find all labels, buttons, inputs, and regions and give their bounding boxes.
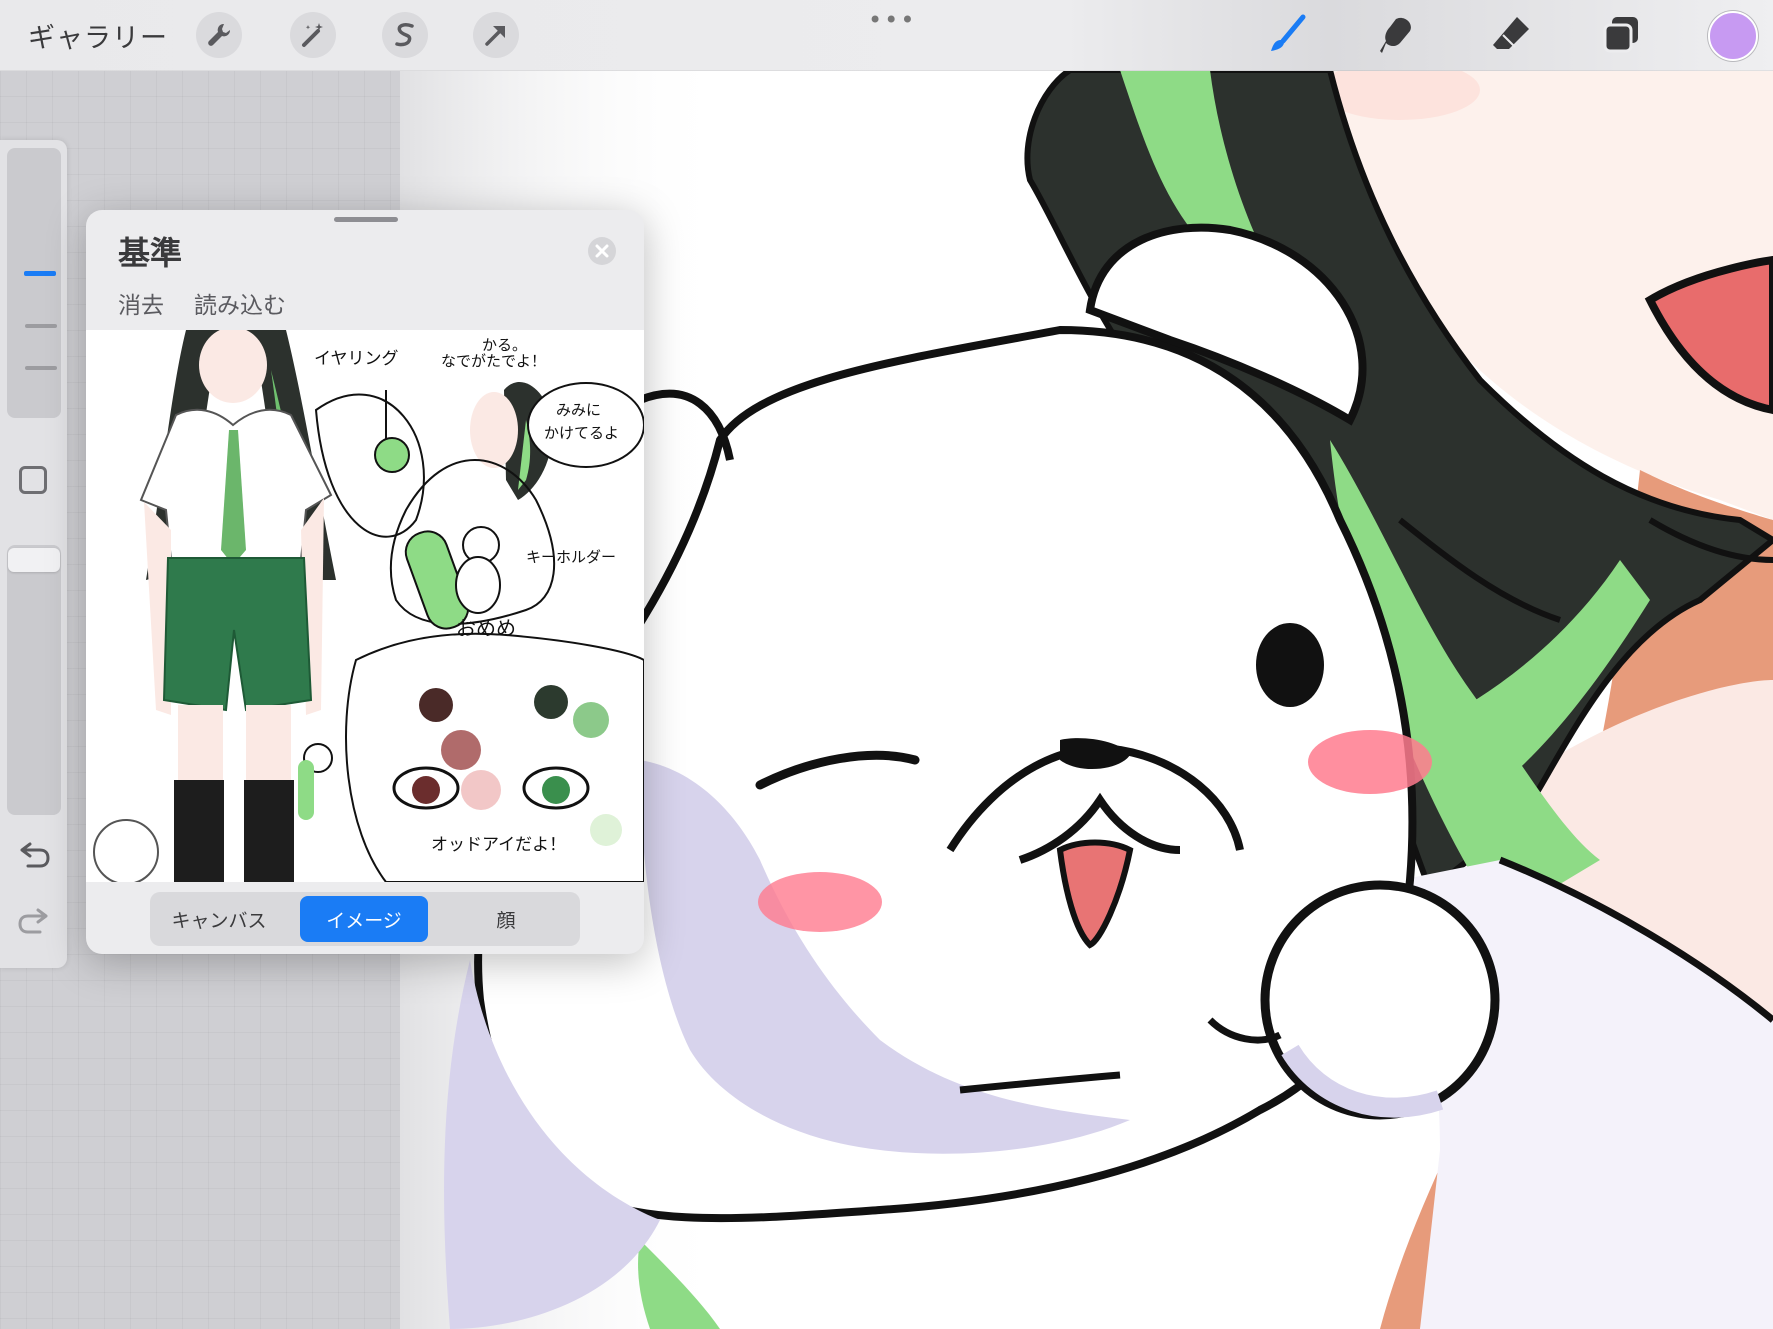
square-icon[interactable] xyxy=(19,466,47,494)
eraser-tool-button[interactable] xyxy=(1486,10,1536,60)
smudge-tool-button[interactable] xyxy=(1373,10,1423,60)
arrow-cursor-icon xyxy=(485,26,505,46)
transform-button[interactable] xyxy=(473,12,519,58)
tab-image[interactable]: イメージ xyxy=(300,896,428,942)
more-options-button[interactable]: ••• xyxy=(868,6,916,34)
eye-title-label: おめめ xyxy=(456,616,516,640)
brush-size-slider[interactable] xyxy=(7,148,61,418)
brush-size-thumb[interactable] xyxy=(24,271,56,276)
redo-button[interactable] xyxy=(16,906,52,938)
character-sheet-illustration: イヤリング かる。 なでがたでよ！ みみに かけてるよ キーホルダー おめめ オ… xyxy=(93,330,644,882)
wrench-icon xyxy=(208,23,231,46)
reference-image: イヤリング かる。 なでがたでよ！ みみに かけてるよ キーホルダー おめめ オ… xyxy=(86,330,644,882)
smudge-finger-icon xyxy=(1380,17,1411,53)
opacity-thumb[interactable] xyxy=(8,548,60,572)
close-icon xyxy=(595,244,609,258)
undo-button[interactable] xyxy=(16,840,52,872)
undo-icon xyxy=(20,842,50,868)
keyholder-label: キーホルダー xyxy=(526,548,616,566)
clear-reference-button[interactable]: 消去 xyxy=(118,286,164,320)
tab-face[interactable]: 顔 xyxy=(436,896,576,942)
procreate-screen: ギャラリー ••• 基準 消去 読み込む イヤリング かる。 なでがたでよ！ み… xyxy=(0,0,1773,1329)
selection-s-icon xyxy=(395,23,414,47)
gallery-button[interactable]: ギャラリー xyxy=(28,16,168,55)
brush-tool-button[interactable] xyxy=(1262,10,1312,60)
brush-icon xyxy=(1271,14,1306,51)
cherry-note-label: なでがたでよ！ xyxy=(441,352,546,370)
adjustments-button[interactable] xyxy=(290,12,336,58)
ear-note-label-1: みみに xyxy=(556,401,601,419)
close-panel-button[interactable] xyxy=(588,237,616,265)
top-toolbar: ギャラリー ••• xyxy=(0,0,1773,71)
tab-canvas[interactable]: キャンバス xyxy=(154,896,284,942)
color-picker-button[interactable] xyxy=(1708,11,1758,61)
left-sidebar xyxy=(0,140,67,968)
reference-panel: 基準 消去 読み込む イヤリング かる。 なでがたでよ！ みみに かけてるよ キ… xyxy=(86,210,644,954)
odd-eye-label: オッドアイだよ！ xyxy=(431,835,566,855)
import-image-button[interactable]: 読み込む xyxy=(194,286,286,320)
reference-mode-tabs: キャンバス イメージ 顔 xyxy=(150,892,580,946)
layers-button[interactable] xyxy=(1597,10,1647,60)
size-marker xyxy=(25,366,57,370)
eraser-icon xyxy=(1493,17,1529,49)
panel-title: 基準 xyxy=(118,234,183,272)
panel-drag-handle[interactable] xyxy=(334,217,398,222)
opacity-slider[interactable] xyxy=(7,545,61,815)
earring-label: イヤリング xyxy=(314,349,399,369)
ear-note-label-2: かけてるよ xyxy=(544,424,619,442)
actions-button[interactable] xyxy=(196,12,242,58)
redo-icon xyxy=(18,908,48,934)
selection-button[interactable] xyxy=(382,12,428,58)
magic-wand-icon xyxy=(302,23,323,47)
size-marker xyxy=(25,324,57,328)
layers-icon xyxy=(1603,17,1638,53)
